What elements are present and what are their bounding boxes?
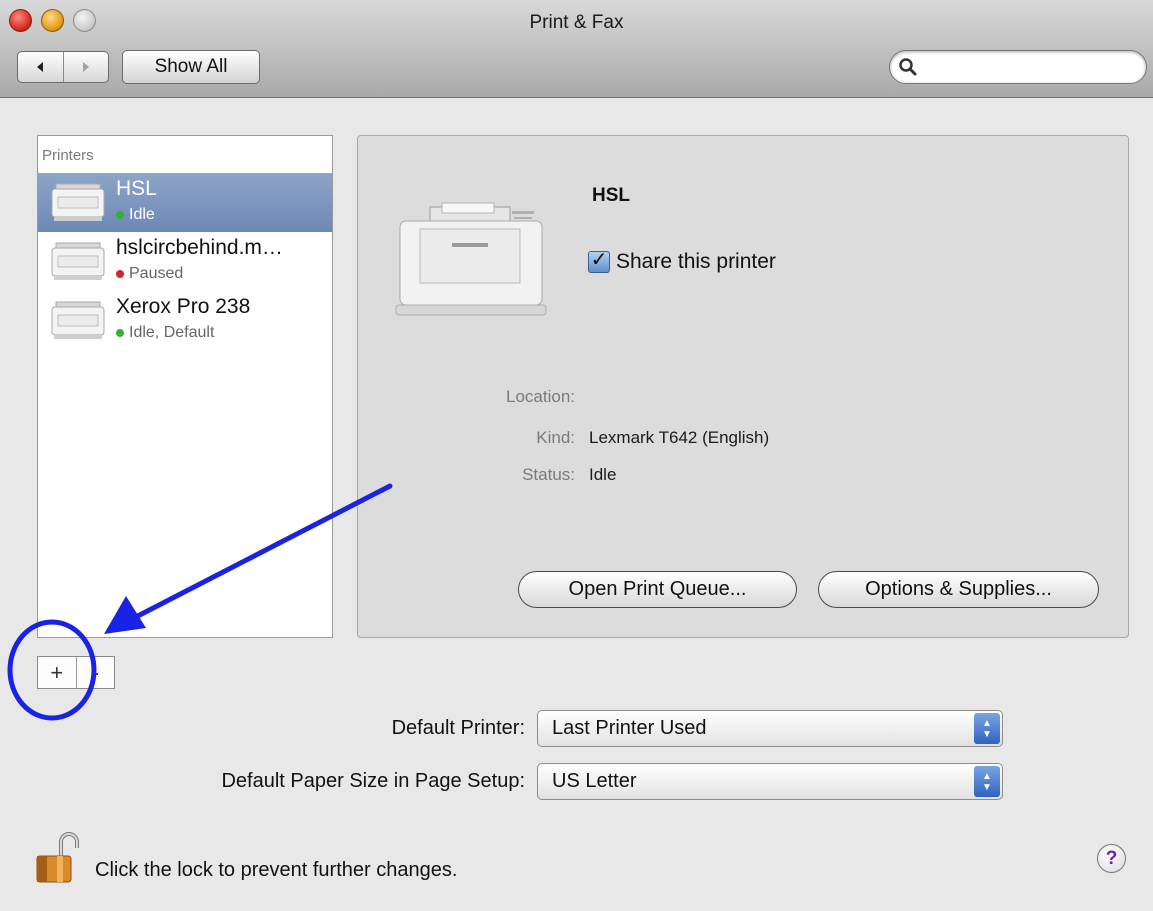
back-button[interactable] xyxy=(18,52,63,82)
printer-list: Printers HSL Idle hslcircbehind.m… Pause… xyxy=(37,135,333,638)
printer-name: hslcircbehind.m… xyxy=(116,236,283,259)
printer-icon xyxy=(51,183,105,221)
lock-message: Click the lock to prevent further change… xyxy=(95,859,458,881)
updown-arrows-icon: ▲ ▼ xyxy=(974,713,1000,744)
kind-label: Kind: xyxy=(536,428,575,447)
checkmark-icon: ✓ xyxy=(590,249,608,271)
status-idle-dot-icon xyxy=(116,329,124,337)
forward-button[interactable] xyxy=(62,52,109,82)
printer-name: Xerox Pro 238 xyxy=(116,295,251,318)
default-paper-value: US Letter xyxy=(552,770,637,792)
open-print-queue-button[interactable]: Open Print Queue... xyxy=(518,571,797,608)
unlocked-lock-icon[interactable] xyxy=(35,832,85,884)
window-toolbar: Print & Fax Show All xyxy=(0,0,1153,98)
back-arrow-icon xyxy=(37,62,44,72)
back-forward-control xyxy=(17,51,109,83)
printer-name: HSL xyxy=(116,177,157,200)
printer-status-text: Idle xyxy=(129,206,155,223)
default-printer-value: Last Printer Used xyxy=(552,717,707,739)
add-printer-button[interactable]: + xyxy=(38,657,76,688)
add-remove-control: + - xyxy=(37,656,115,689)
printer-list-item[interactable]: HSL Idle xyxy=(38,173,332,232)
printer-list-header: Printers xyxy=(42,147,94,164)
search-input[interactable] xyxy=(918,57,1146,77)
printer-icon xyxy=(51,242,105,280)
printer-status-text: Paused xyxy=(129,265,184,282)
printer-list-item[interactable]: hslcircbehind.m… Paused xyxy=(38,232,332,291)
printer-status-text: Idle, Default xyxy=(129,324,215,341)
status-paused-dot-icon xyxy=(116,270,124,278)
printer-icon xyxy=(51,301,105,339)
updown-arrows-icon: ▲ ▼ xyxy=(974,766,1000,797)
location-label: Location: xyxy=(506,387,575,406)
magnifier-icon xyxy=(899,58,917,76)
printer-status: Paused xyxy=(116,265,183,283)
share-printer-option[interactable]: ✓ Share this printer xyxy=(588,250,776,274)
printer-status: Idle, Default xyxy=(116,324,214,342)
status-idle-dot-icon xyxy=(116,211,124,219)
status-value: Idle xyxy=(589,465,617,484)
search-field[interactable] xyxy=(889,50,1147,84)
default-printer-popup[interactable]: Last Printer Used ▲ ▼ xyxy=(537,710,1003,747)
default-paper-popup[interactable]: US Letter ▲ ▼ xyxy=(537,763,1003,800)
kind-value: Lexmark T642 (English) xyxy=(589,428,770,447)
printer-status: Idle xyxy=(116,206,155,224)
default-printer-label: Default Printer: xyxy=(391,717,525,739)
printer-large-icon xyxy=(395,202,547,316)
share-printer-label: Share this printer xyxy=(616,250,776,273)
printer-list-item[interactable]: Xerox Pro 238 Idle, Default xyxy=(38,291,332,350)
share-printer-checkbox[interactable]: ✓ xyxy=(588,249,610,273)
options-supplies-button[interactable]: Options & Supplies... xyxy=(818,571,1099,608)
window-title: Print & Fax xyxy=(529,12,624,33)
remove-printer-button[interactable]: - xyxy=(75,657,115,688)
selected-printer-name: HSL xyxy=(592,185,630,206)
forward-arrow-icon xyxy=(82,62,89,72)
status-label: Status: xyxy=(522,465,575,484)
default-paper-label: Default Paper Size in Page Setup: xyxy=(221,770,525,792)
show-all-button[interactable]: Show All xyxy=(122,50,260,84)
help-button[interactable]: ? xyxy=(1097,844,1126,873)
